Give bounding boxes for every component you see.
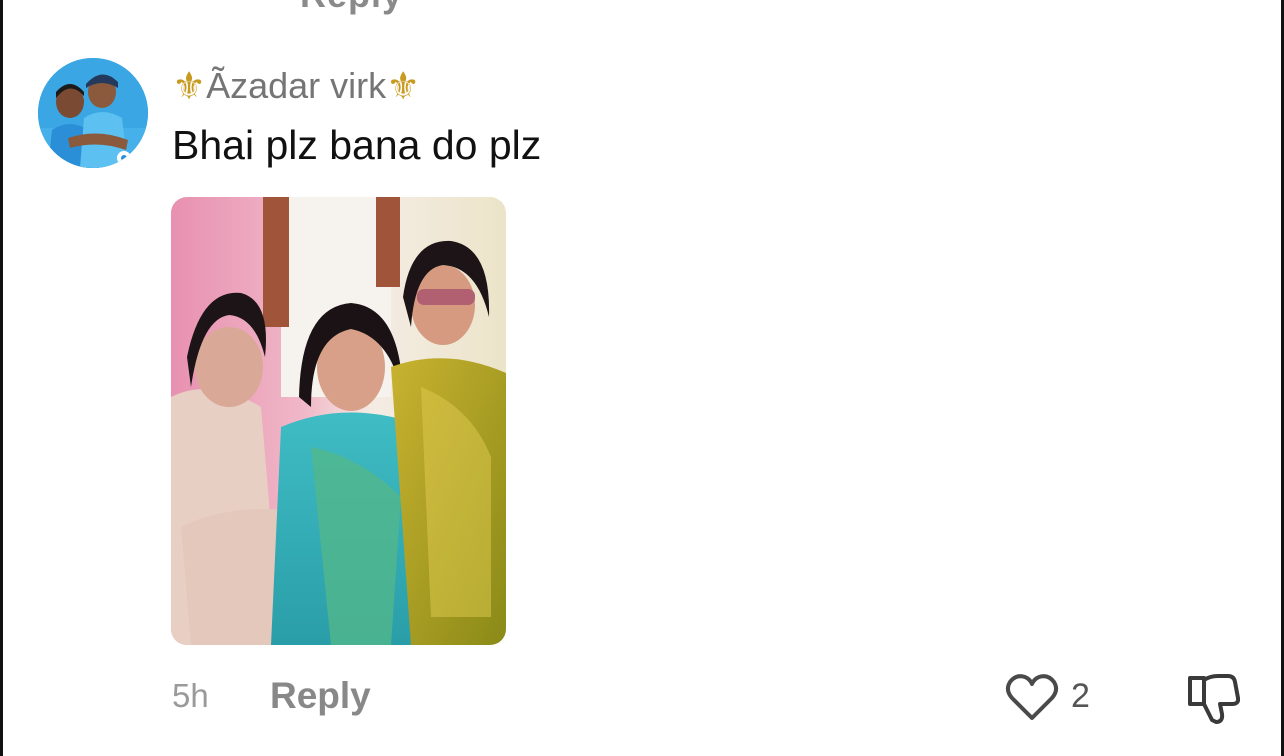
comment-screen: Reply ⚜ Ãzadar virk ⚜ Bhai plz bana do p… <box>0 0 1284 756</box>
comment-photo[interactable] <box>171 197 506 645</box>
like-button[interactable] <box>1004 672 1060 724</box>
dislike-button[interactable] <box>1184 670 1241 726</box>
left-border <box>0 0 3 756</box>
comment-text: Bhai plz bana do plz <box>172 122 542 168</box>
thumbs-down-icon <box>1188 674 1241 724</box>
avatar[interactable] <box>38 58 148 168</box>
previous-comment-reply-button[interactable]: Reply <box>300 0 403 16</box>
heart-outline-icon <box>1005 674 1059 720</box>
timestamp: 5h <box>172 677 209 714</box>
fleur-de-lis-icon: ⚜ <box>386 64 421 108</box>
fleur-de-lis-icon: ⚜ <box>172 64 207 108</box>
like-count: 2 <box>1071 677 1090 715</box>
username[interactable]: ⚜ Ãzadar virk ⚜ <box>172 60 420 112</box>
reply-button[interactable]: Reply <box>270 675 371 717</box>
username-text: Ãzadar virk <box>206 65 387 106</box>
